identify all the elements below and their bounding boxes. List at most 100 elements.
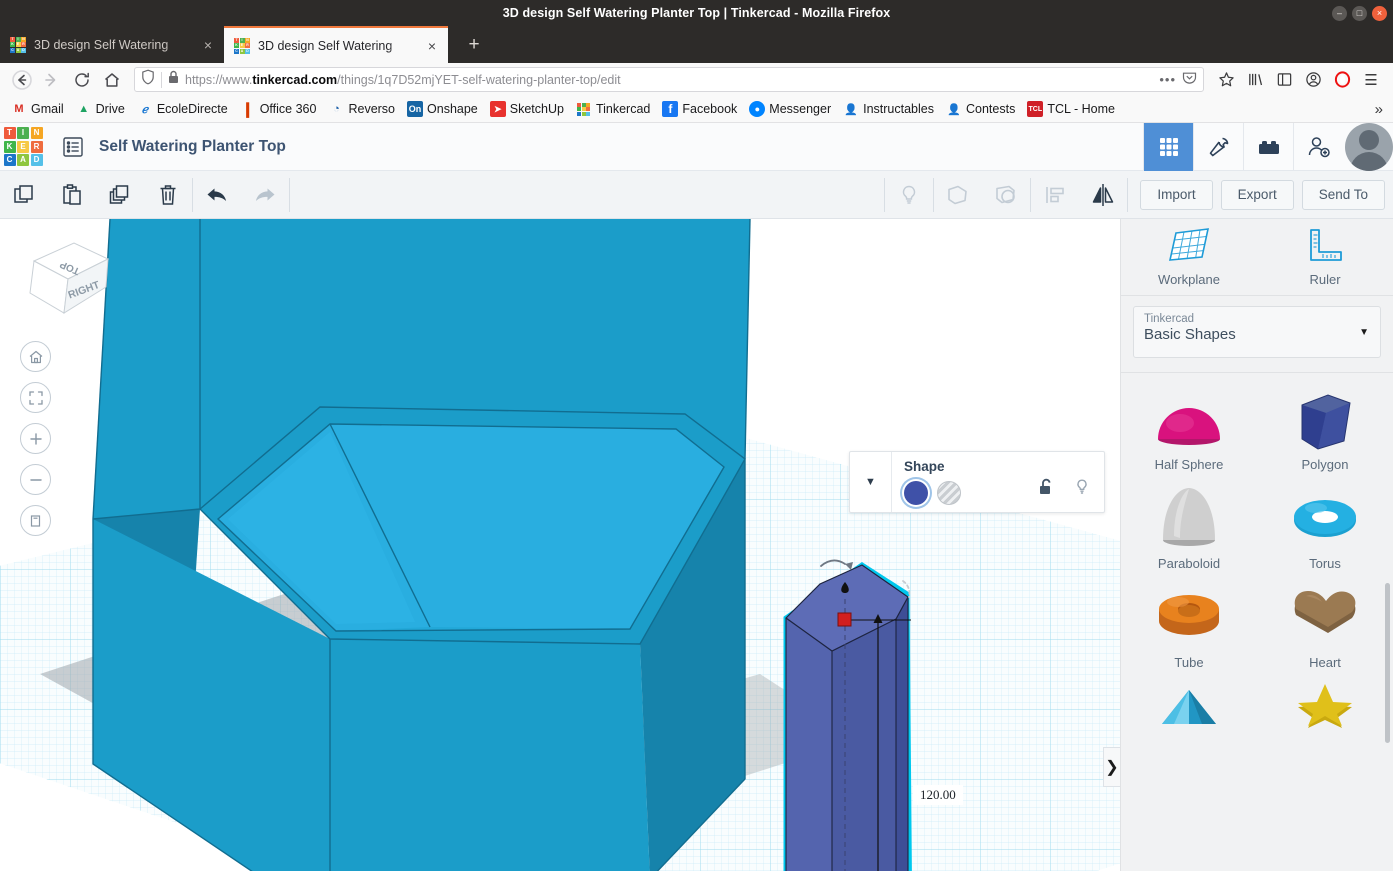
bookmark-contests[interactable]: 👤Contests — [941, 99, 1020, 119]
bookmark-tcl-home[interactable]: TCLTCL - Home — [1022, 99, 1120, 119]
back-button[interactable] — [8, 66, 36, 94]
collection-value: Basic Shapes — [1144, 326, 1370, 343]
ruler-label: Ruler — [1309, 272, 1340, 287]
close-button[interactable]: × — [1372, 6, 1387, 21]
bookmark-label: Gmail — [31, 102, 64, 116]
maximize-glyph: □ — [1357, 9, 1362, 18]
shape-item-heart[interactable]: Heart — [1257, 575, 1393, 674]
avatar-body — [1350, 152, 1388, 171]
address-bar[interactable]: https://www.tinkercad.com/things/1q7D52m… — [134, 67, 1204, 92]
send-to-button[interactable]: Send To — [1302, 180, 1385, 210]
shape-row: Tube Heart — [1121, 575, 1393, 674]
reload-button[interactable] — [68, 66, 96, 94]
page-actions-icon[interactable]: ••• — [1159, 72, 1176, 87]
contests-icon: 👤 — [946, 101, 962, 117]
shape-item-paraboloid[interactable]: Paraboloid — [1121, 476, 1257, 575]
pocket-icon[interactable] — [1182, 70, 1197, 90]
star-icon[interactable] — [1212, 66, 1240, 94]
paste-icon[interactable] — [48, 171, 96, 219]
delete-icon[interactable] — [144, 171, 192, 219]
fit-to-view-button[interactable] — [20, 382, 51, 413]
main-area: TOP RIGHT ▼ Shape — [0, 219, 1393, 871]
workplane-tool[interactable]: Workplane — [1121, 219, 1257, 295]
shape-item-cone-fan[interactable] — [1121, 674, 1257, 736]
tinkercad-logo[interactable]: T I N K E R C A D — [0, 124, 46, 170]
shape-item-torus[interactable]: Torus — [1257, 476, 1393, 575]
copy-icon[interactable] — [0, 171, 48, 219]
tube-icon — [1150, 581, 1228, 651]
user-avatar[interactable] — [1345, 123, 1393, 171]
shape-item-polygon[interactable]: Polygon — [1257, 385, 1393, 476]
home-button[interactable] — [98, 66, 126, 94]
shape-label: Heart — [1309, 655, 1341, 670]
shape-item-tube[interactable]: Tube — [1121, 575, 1257, 674]
shape-panel-collapse-caret[interactable]: ▼ — [850, 452, 892, 512]
bookmark-tinkercad[interactable]: Tinkercad — [571, 99, 655, 119]
zoom-out-button[interactable] — [20, 464, 51, 495]
3d-viewport[interactable]: TOP RIGHT ▼ Shape — [0, 219, 1120, 871]
unlock-icon[interactable] — [1038, 478, 1054, 501]
undo-icon[interactable] — [193, 171, 241, 219]
view-cube[interactable]: TOP RIGHT — [22, 235, 116, 319]
bookmark-drive[interactable]: ▲Drive — [71, 99, 130, 119]
account-icon[interactable] — [1299, 66, 1327, 94]
bookmark-sketchup[interactable]: ➤SketchUp — [485, 99, 569, 119]
hamburger-menu-icon[interactable]: ☰ — [1357, 66, 1385, 94]
hole-swatch[interactable] — [937, 481, 961, 505]
duplicate-icon[interactable] — [96, 171, 144, 219]
group-icon[interactable] — [934, 171, 982, 219]
minimize-button[interactable]: – — [1332, 6, 1347, 21]
tinkercad-favicon-grid: TIN KER CAD — [234, 38, 250, 54]
bookmark-instructables[interactable]: 👤Instructables — [838, 99, 939, 119]
maximize-button[interactable]: □ — [1352, 6, 1367, 21]
zoom-in-button[interactable] — [20, 423, 51, 454]
bookmark-gmail[interactable]: MGmail — [6, 99, 69, 119]
shape-item-star[interactable] — [1257, 674, 1393, 736]
import-button[interactable]: Import — [1140, 180, 1212, 210]
light-bulb-icon[interactable] — [885, 171, 933, 219]
forward-button[interactable] — [38, 66, 66, 94]
shape-row: Half Sphere Polygon — [1121, 385, 1393, 476]
panel-collapse-handle[interactable]: ❯ — [1103, 747, 1120, 787]
bookmark-reverso[interactable]: ◔Reverso — [323, 99, 400, 119]
bookmark-office360[interactable]: ❙Office 360 — [235, 99, 322, 119]
shapes-grid[interactable]: Half Sphere Polygon — [1121, 373, 1393, 871]
mirror-icon[interactable] — [1079, 171, 1127, 219]
opera-icon[interactable] — [1328, 66, 1356, 94]
ortho-perspective-button[interactable] — [20, 505, 51, 536]
shape-label: Tube — [1174, 655, 1203, 670]
sidebar-scrollbar[interactable] — [1385, 583, 1390, 743]
bookmarks-overflow-icon[interactable]: » — [1375, 101, 1387, 118]
browser-tab-1[interactable]: TIN KER CAD 3D design Self Watering × — [0, 26, 224, 63]
invite-person-icon[interactable] — [1293, 123, 1343, 171]
library-icon[interactable] — [1241, 66, 1269, 94]
view-navigation-controls — [20, 341, 51, 536]
solid-swatch[interactable] — [904, 481, 928, 505]
redo-icon[interactable] — [241, 171, 289, 219]
home-view-button[interactable] — [20, 341, 51, 372]
sidebar-icon[interactable] — [1270, 66, 1298, 94]
bookmark-ecoledirecte[interactable]: ℯEcoleDirecte — [132, 99, 233, 119]
browser-tab-2[interactable]: TIN KER CAD 3D design Self Watering × — [224, 26, 448, 63]
blocks-grid-icon[interactable] — [1143, 123, 1193, 171]
shape-collection-select[interactable]: Tinkercad Basic Shapes ▼ — [1133, 306, 1381, 358]
ruler-tool[interactable]: Ruler — [1257, 219, 1393, 295]
light-bulb-icon[interactable] — [1074, 478, 1090, 501]
office-icon: ❙ — [240, 101, 256, 117]
export-button[interactable]: Export — [1221, 180, 1294, 210]
page-title[interactable]: Self Watering Planter Top — [99, 138, 286, 156]
tab-close-icon[interactable]: × — [424, 38, 440, 54]
align-icon[interactable] — [1031, 171, 1079, 219]
new-tab-button[interactable]: + — [462, 34, 486, 56]
shape-inspector-panel[interactable]: ▼ Shape — [849, 451, 1105, 513]
project-list-icon[interactable] — [62, 136, 84, 158]
bookmark-messenger[interactable]: ●Messenger — [744, 99, 836, 119]
ungroup-icon[interactable] — [982, 171, 1030, 219]
bookmark-onshape[interactable]: OnOnshape — [402, 99, 483, 119]
shape-item-half-sphere[interactable]: Half Sphere — [1121, 385, 1257, 476]
bookmark-facebook[interactable]: fFacebook — [657, 99, 742, 119]
chevron-down-icon[interactable]: ▼ — [1359, 327, 1369, 338]
brick-icon[interactable] — [1243, 123, 1293, 171]
codeblocks-pick-icon[interactable] — [1193, 123, 1243, 171]
tab-close-icon[interactable]: × — [200, 37, 216, 53]
